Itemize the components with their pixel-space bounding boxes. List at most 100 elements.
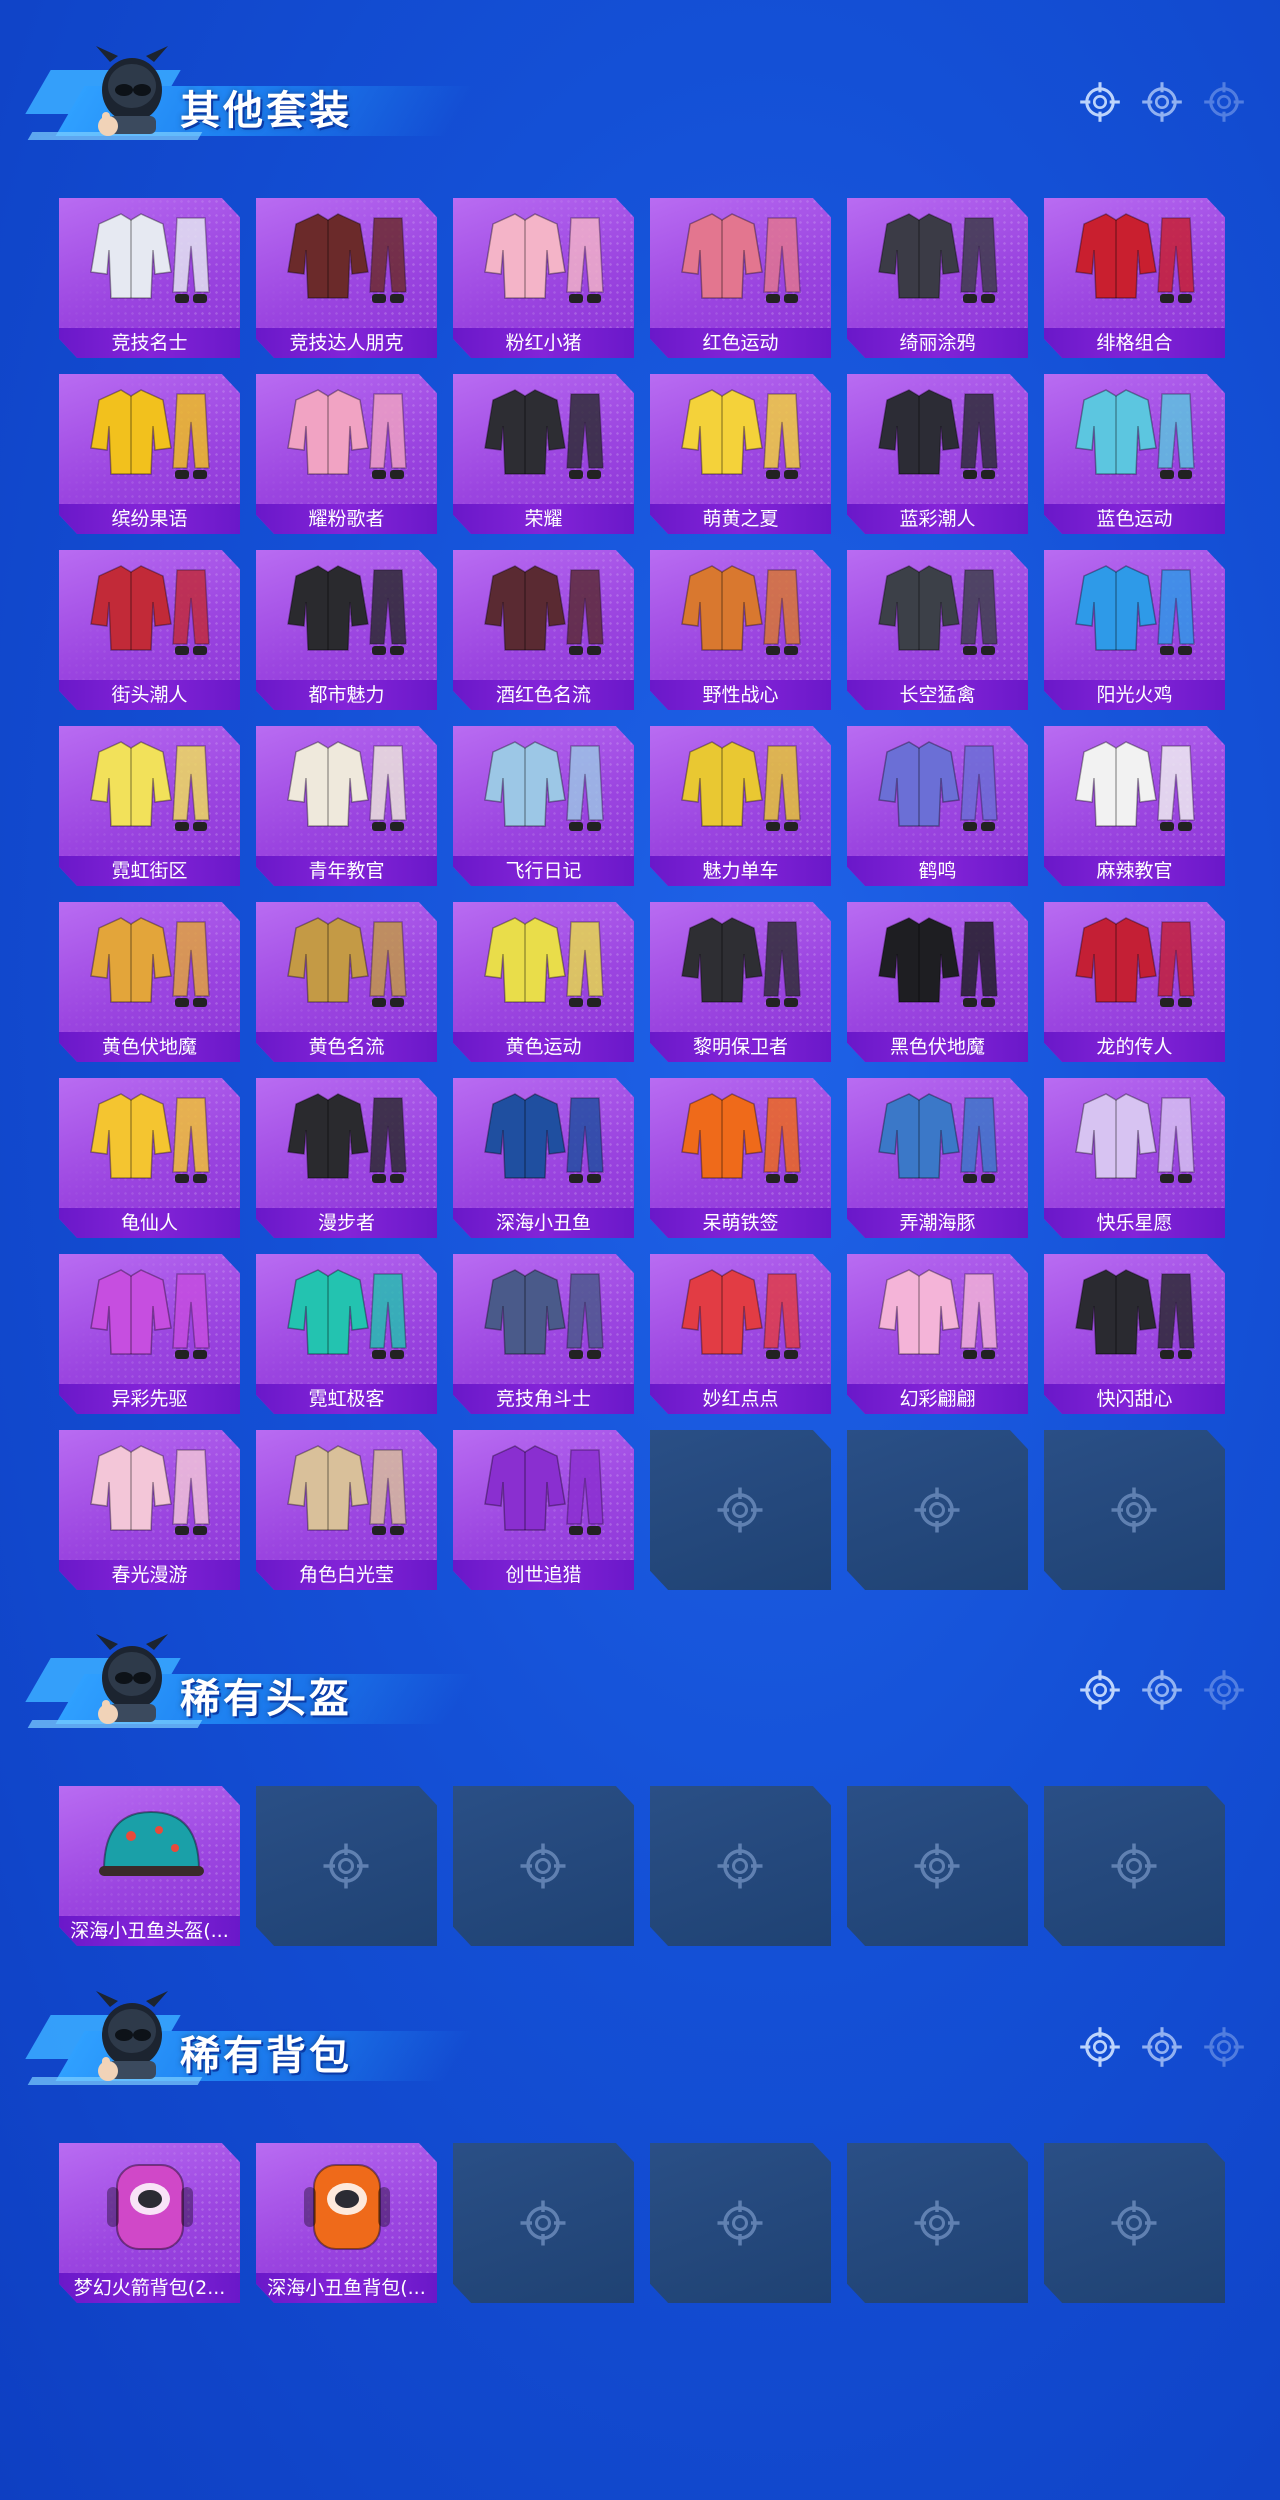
item-card[interactable]: 青年教官: [256, 726, 437, 886]
item-card[interactable]: 深海小丑鱼头盔(...: [59, 1786, 240, 1946]
item-label: 妙红点点: [650, 1384, 831, 1414]
empty-slot: [256, 1786, 437, 1946]
item-card[interactable]: 竞技名士: [59, 198, 240, 358]
item-card[interactable]: 酒红色名流: [453, 550, 634, 710]
item-label: 魅力单车: [650, 856, 831, 886]
item-label: 黄色伏地魔: [59, 1032, 240, 1062]
item-card[interactable]: 荣耀: [453, 374, 634, 534]
mascot-icon: [88, 1987, 174, 2087]
item-card[interactable]: 长空猛禽: [847, 550, 1028, 710]
item-label: 绮丽涂鸦: [847, 328, 1028, 358]
item-card[interactable]: 霓虹街区: [59, 726, 240, 886]
item-card[interactable]: 龟仙人: [59, 1078, 240, 1238]
item-card[interactable]: 呆萌铁签: [650, 1078, 831, 1238]
item-grid: 深海小丑鱼头盔(...: [59, 1786, 1225, 1946]
item-label: 梦幻火箭背包(2...: [59, 2273, 240, 2303]
item-label: 青年教官: [256, 856, 437, 886]
section-2: 稀有头盔 深海小丑鱼头盔(...: [0, 1628, 1280, 1962]
item-card[interactable]: 角色白光莹: [256, 1430, 437, 1590]
item-card[interactable]: 妙红点点: [650, 1254, 831, 1414]
item-card[interactable]: 绯格组合: [1044, 198, 1225, 358]
item-card[interactable]: 飞行日记: [453, 726, 634, 886]
item-card[interactable]: 快乐星愿: [1044, 1078, 1225, 1238]
item-card[interactable]: 漫步者: [256, 1078, 437, 1238]
item-label: 创世追猎: [453, 1560, 634, 1590]
item-card[interactable]: 蓝彩潮人: [847, 374, 1028, 534]
section-header: 其他套装: [25, 40, 475, 150]
empty-slot: [1044, 1430, 1225, 1590]
item-card[interactable]: 都市魅力: [256, 550, 437, 710]
item-card[interactable]: 弄潮海豚: [847, 1078, 1028, 1238]
item-card[interactable]: 鹤鸣: [847, 726, 1028, 886]
item-card[interactable]: 黄色名流: [256, 902, 437, 1062]
item-label: 蓝彩潮人: [847, 504, 1028, 534]
crosshair-icon: [1202, 1668, 1246, 1712]
item-label: 耀粉歌者: [256, 504, 437, 534]
item-label: 竞技名士: [59, 328, 240, 358]
item-label: 绯格组合: [1044, 328, 1225, 358]
section-header: 稀有头盔: [25, 1628, 475, 1738]
crosshair-icon: [1140, 80, 1184, 124]
item-card[interactable]: 创世追猎: [453, 1430, 634, 1590]
empty-slot: [1044, 2143, 1225, 2303]
item-label: 竞技角斗士: [453, 1384, 634, 1414]
empty-slot: [650, 2143, 831, 2303]
item-card[interactable]: 春光漫游: [59, 1430, 240, 1590]
crosshair-icon: [1140, 1668, 1184, 1712]
item-card[interactable]: 幻彩翩翩: [847, 1254, 1028, 1414]
empty-slot: [847, 1430, 1028, 1590]
item-card[interactable]: 梦幻火箭背包(2...: [59, 2143, 240, 2303]
item-card[interactable]: 红色运动: [650, 198, 831, 358]
item-card[interactable]: 萌黄之夏: [650, 374, 831, 534]
item-card[interactable]: 粉红小猪: [453, 198, 634, 358]
item-card[interactable]: 耀粉歌者: [256, 374, 437, 534]
item-label: 长空猛禽: [847, 680, 1028, 710]
mascot-icon: [88, 1630, 174, 1730]
item-label: 街头潮人: [59, 680, 240, 710]
item-label: 龟仙人: [59, 1208, 240, 1238]
item-card[interactable]: 蓝色运动: [1044, 374, 1225, 534]
item-card[interactable]: 阳光火鸡: [1044, 550, 1225, 710]
item-card[interactable]: 霓虹极客: [256, 1254, 437, 1414]
crosshair-icon: [1078, 80, 1122, 124]
item-label: 角色白光莹: [256, 1560, 437, 1590]
item-label: 鹤鸣: [847, 856, 1028, 886]
item-label: 春光漫游: [59, 1560, 240, 1590]
item-card[interactable]: 深海小丑鱼: [453, 1078, 634, 1238]
item-label: 深海小丑鱼背包(...: [256, 2273, 437, 2303]
item-label: 龙的传人: [1044, 1032, 1225, 1062]
item-card[interactable]: 黎明保卫者: [650, 902, 831, 1062]
item-card[interactable]: 竞技达人朋克: [256, 198, 437, 358]
item-card[interactable]: 黄色运动: [453, 902, 634, 1062]
item-card[interactable]: 快闪甜心: [1044, 1254, 1225, 1414]
item-card[interactable]: 缤纷果语: [59, 374, 240, 534]
item-card[interactable]: 黄色伏地魔: [59, 902, 240, 1062]
header-decoration: [1078, 80, 1246, 124]
crosshair-icon: [1140, 2025, 1184, 2069]
item-card[interactable]: 黑色伏地魔: [847, 902, 1028, 1062]
item-label: 红色运动: [650, 328, 831, 358]
section-3: 稀有背包 梦幻火箭背包(2... 深海小丑鱼背包(...: [0, 1985, 1280, 2319]
item-label: 阳光火鸡: [1044, 680, 1225, 710]
item-card[interactable]: 竞技角斗士: [453, 1254, 634, 1414]
item-label: 深海小丑鱼头盔(...: [59, 1916, 240, 1946]
item-card[interactable]: 龙的传人: [1044, 902, 1225, 1062]
item-label: 飞行日记: [453, 856, 634, 886]
item-card[interactable]: 魅力单车: [650, 726, 831, 886]
item-card[interactable]: 深海小丑鱼背包(...: [256, 2143, 437, 2303]
item-grid: 梦幻火箭背包(2... 深海小丑鱼背包(...: [59, 2143, 1225, 2303]
item-label: 异彩先驱: [59, 1384, 240, 1414]
empty-slot: [453, 1786, 634, 1946]
item-card[interactable]: 麻辣教官: [1044, 726, 1225, 886]
empty-slot: [847, 1786, 1028, 1946]
crosshair-icon: [1078, 1668, 1122, 1712]
item-label: 酒红色名流: [453, 680, 634, 710]
item-grid: 竞技名士 竞技达人朋克 粉红小猪 红色运动 绮丽涂鸦 绯格组合 缤纷果语 耀粉歌…: [59, 198, 1225, 1590]
item-label: 粉红小猪: [453, 328, 634, 358]
item-label: 霓虹极客: [256, 1384, 437, 1414]
item-card[interactable]: 野性战心: [650, 550, 831, 710]
item-label: 黑色伏地魔: [847, 1032, 1028, 1062]
item-card[interactable]: 街头潮人: [59, 550, 240, 710]
item-card[interactable]: 异彩先驱: [59, 1254, 240, 1414]
item-card[interactable]: 绮丽涂鸦: [847, 198, 1028, 358]
